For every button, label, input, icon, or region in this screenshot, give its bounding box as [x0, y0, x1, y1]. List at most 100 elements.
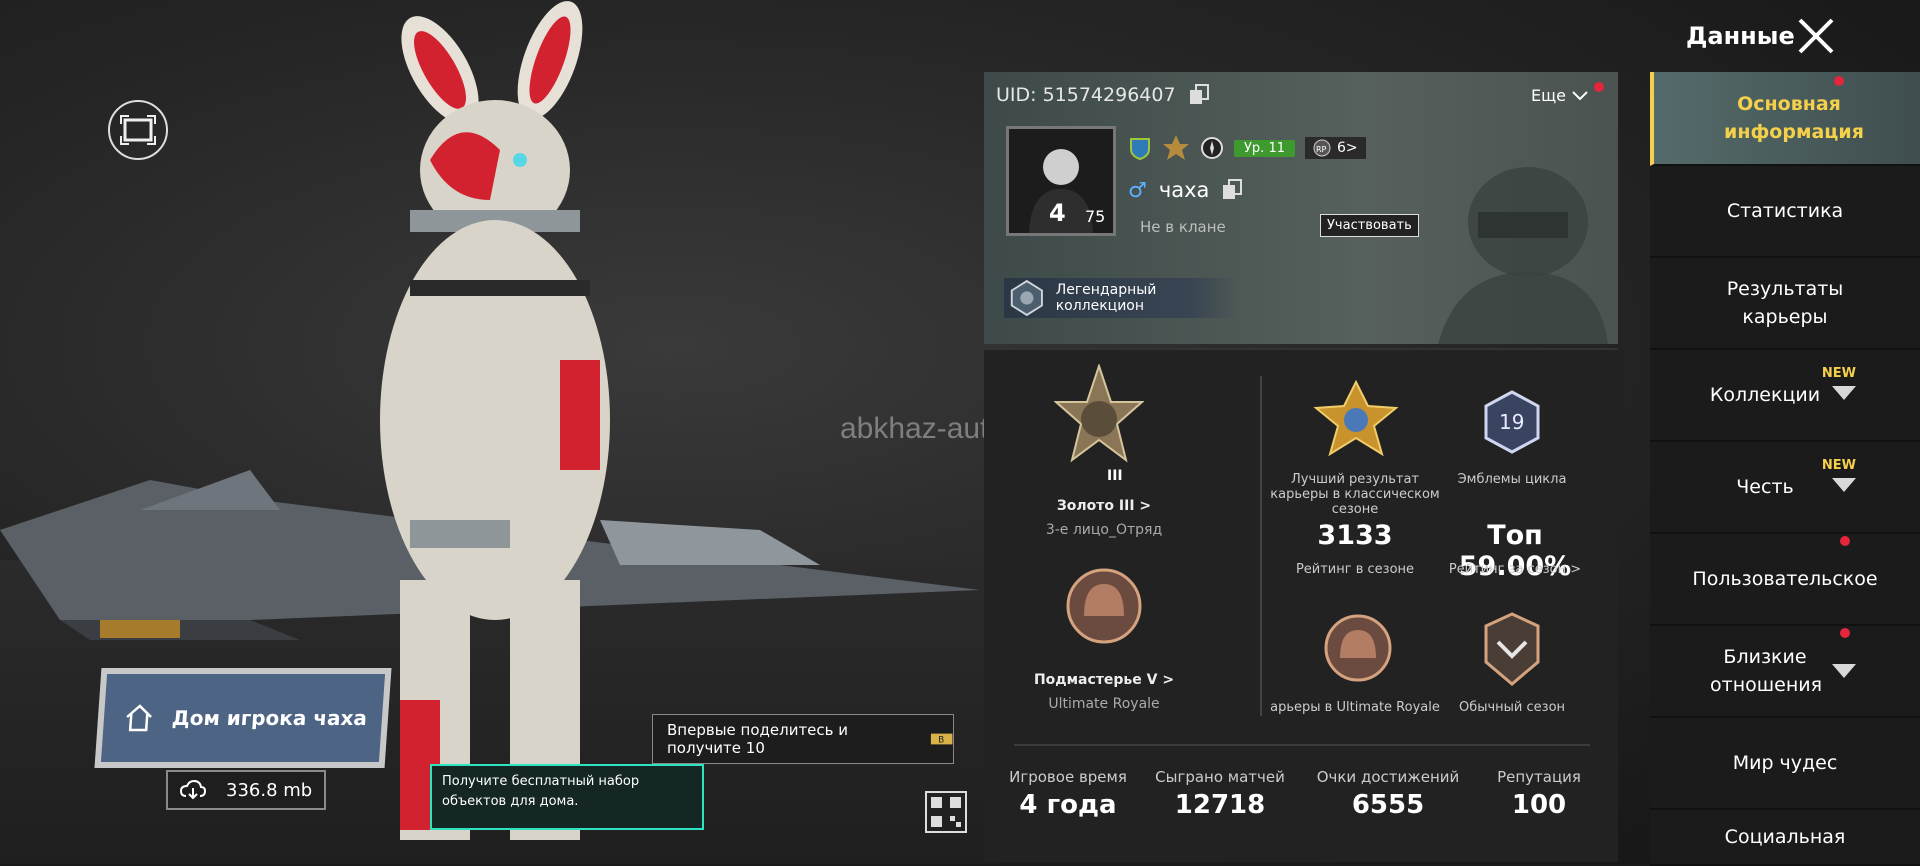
sidebar-item-label: Близкие отношения — [1710, 646, 1823, 696]
bottom-stat-play-time: Игровое время 4 года — [998, 768, 1138, 820]
rabbit-character — [380, 1, 610, 840]
coupon-icon: B — [930, 733, 953, 746]
share-reward-popup[interactable]: Впервые поделитесь и получите 10 B — [652, 714, 954, 764]
more-dropdown[interactable]: Еще — [1531, 86, 1588, 105]
ordinary-season-icon[interactable] — [1480, 612, 1544, 688]
reputation-value: 100 — [1511, 790, 1567, 820]
matches-value: 12718 — [1174, 790, 1266, 820]
collection-label: Легендарный коллекцион — [1055, 282, 1157, 314]
sidebar-item-label: Мир чудес — [1732, 752, 1838, 774]
achievements-label: Очки достижений — [1316, 768, 1460, 786]
home-tip-text: Получите бесплатный набор объектов для д… — [442, 774, 640, 809]
profile-card: UID: 51574296407 Еще 4 75 Ур. 11 RP 6> ♂… — [984, 72, 1618, 344]
player-home-button[interactable]: Дом игрока чаха — [94, 668, 392, 768]
name-row: ♂ чаха — [1128, 178, 1243, 202]
play-time-value: 4 года — [1019, 790, 1117, 820]
svg-text:B: B — [938, 736, 944, 746]
avatar[interactable]: 4 75 — [1006, 126, 1116, 236]
copy-icon[interactable] — [1188, 84, 1210, 106]
classic-rank[interactable]: Золото III > 3-е лицо_Отряд — [1024, 498, 1184, 538]
ultimate-career-icon[interactable] — [1320, 610, 1396, 690]
stats-separator — [1014, 744, 1590, 746]
rp-icon: RP — [1313, 139, 1331, 157]
shield-badge-icon[interactable] — [1128, 136, 1152, 160]
sidebar-item-label: Социальная — [1724, 826, 1846, 848]
fullscreen-toggle-icon[interactable] — [108, 100, 168, 160]
qr-code-icon[interactable] — [924, 790, 968, 834]
close-icon[interactable] — [1796, 16, 1836, 56]
cycle-emblem-number: 19 — [1499, 410, 1524, 434]
expand-triangle-icon — [1832, 478, 1856, 492]
sidebar-item-basic-info[interactable]: Основная информация — [1650, 72, 1920, 166]
stats-panel: III Золото III > 3-е лицо_Отряд Подмасте… — [984, 348, 1618, 862]
cycle-emblem-icon[interactable]: 19 — [1482, 390, 1542, 454]
best-career-icon[interactable] — [1312, 378, 1400, 458]
ultimate-rank-name: Подмастерье V > — [1033, 672, 1175, 688]
sidebar-item-custom[interactable]: Пользовательское — [1650, 534, 1920, 626]
page-title: Данные — [1686, 22, 1795, 50]
expand-triangle-icon — [1832, 386, 1856, 400]
more-label: Еще — [1530, 86, 1566, 105]
new-badge: NEW — [1821, 458, 1856, 473]
home-tip-banner[interactable]: Получите бесплатный набор объектов для д… — [430, 764, 704, 830]
join-button[interactable]: Участвовать — [1320, 214, 1419, 237]
copy-name-icon[interactable] — [1221, 179, 1243, 201]
sidebar-item-statistics[interactable]: Статистика — [1650, 166, 1920, 258]
play-time-label: Игровое время — [1009, 768, 1127, 786]
season-rating-label: Рейтинг в сезоне — [1295, 562, 1415, 577]
cycle-emblems-label: Эмблемы цикла — [1457, 472, 1567, 487]
best-career-label: Лучший результат карьеры в классическом … — [1270, 472, 1440, 517]
bottom-stat-achievements: Очки достижений 6555 — [1308, 768, 1468, 820]
soldier-silhouette — [1438, 167, 1608, 344]
storage-size: 336.8 mb — [226, 779, 313, 801]
classic-rank-mode: 3-е лицо_Отряд — [1045, 522, 1163, 538]
sidebar-item-label: Основная информация — [1724, 93, 1864, 143]
ultimate-rank-mode: Ultimate Royale — [1048, 696, 1160, 712]
sidebar-item-career[interactable]: Результаты карьеры — [1650, 258, 1920, 350]
rank-roman-label: III — [1107, 468, 1123, 484]
new-badge: NEW — [1821, 366, 1856, 381]
expand-triangle-icon — [1832, 664, 1856, 678]
bottom-stat-matches: Сыграно матчей 12718 — [1150, 768, 1290, 820]
notification-dot — [1594, 82, 1604, 92]
avatar-number: 4 — [1049, 199, 1066, 227]
collection-badge-icon — [1010, 279, 1043, 317]
season-rating-value: 3133 — [1317, 520, 1393, 551]
ultimate-rank[interactable]: Подмастерье V > Ultimate Royale — [1024, 672, 1184, 712]
share-text: Впервые поделитесь и получите 10 — [667, 721, 849, 757]
notification-dot — [1840, 628, 1850, 638]
sidebar-item-label: Коллекции — [1709, 384, 1821, 406]
rank-badge-icon[interactable] — [1162, 134, 1190, 162]
sidebar-item-relationships[interactable]: Близкие отношения — [1650, 626, 1920, 718]
rp-pill[interactable]: RP 6> — [1304, 137, 1366, 159]
compass-icon — [1201, 137, 1223, 159]
bottom-stat-reputation: Репутация 100 — [1474, 768, 1604, 820]
sidebar-item-honor[interactable]: Честь NEW — [1650, 442, 1920, 534]
collection-level-pill[interactable]: Легендарный коллекцион — [1004, 278, 1238, 318]
top-percent-label[interactable]: Рейтинг за сезон > — [1430, 562, 1600, 577]
ordinary-season-label: Обычный сезон — [1458, 700, 1566, 715]
level-pill[interactable]: Ур. 11 — [1234, 139, 1295, 157]
helmet-rank-icon[interactable] — [1064, 560, 1144, 660]
sidebar-item-wonderland[interactable]: Мир чудес — [1650, 718, 1920, 810]
gender-icon: ♂ — [1128, 178, 1147, 202]
home-storage-badge[interactable]: 336.8 mb — [166, 770, 326, 810]
reputation-label: Репутация — [1497, 768, 1581, 786]
matches-label: Сыграно матчей — [1155, 768, 1285, 786]
stats-divider — [1260, 376, 1262, 716]
notification-dot — [1834, 76, 1844, 86]
sidebar-item-label: Результаты карьеры — [1726, 278, 1844, 328]
sidebar-item-social[interactable]: Социальная — [1650, 810, 1920, 866]
sidebar-item-collections[interactable]: Коллекции NEW — [1650, 350, 1920, 442]
uid-row: UID: 51574296407 — [996, 84, 1210, 106]
gold-rank-icon[interactable] — [1054, 364, 1144, 484]
sidebar-item-label: Статистика — [1726, 200, 1844, 222]
badges-row: Ур. 11 RP 6> — [1128, 134, 1366, 162]
achievements-value: 6555 — [1351, 790, 1425, 820]
home-icon — [126, 704, 152, 732]
notification-dot — [1840, 536, 1850, 546]
career-ultimate-label: арьеры в Ultimate Royale — [1270, 700, 1440, 715]
uid-text: UID: 51574296407 — [996, 84, 1176, 106]
chevron-down-icon — [1572, 90, 1588, 100]
clan-status: Не в клане — [1140, 218, 1226, 236]
